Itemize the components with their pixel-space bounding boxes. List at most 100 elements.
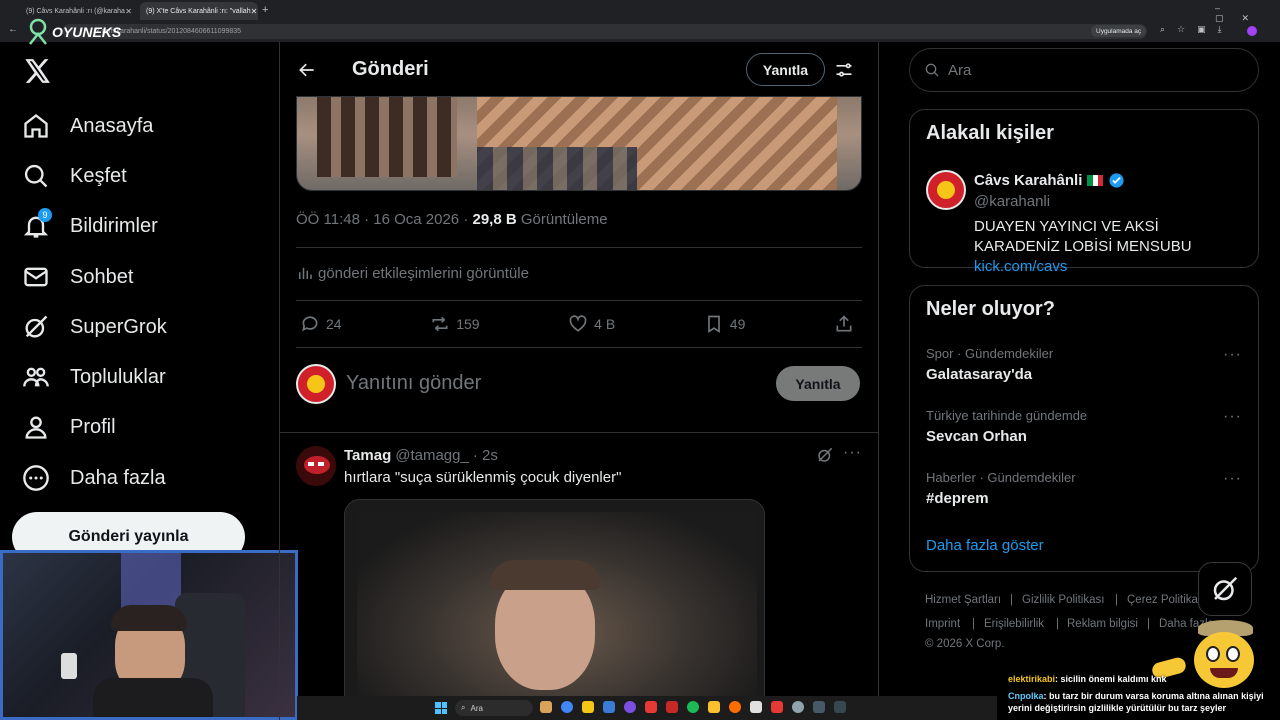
app-icon[interactable] xyxy=(540,701,552,713)
trends-title: Neler oluyor? xyxy=(926,298,1055,320)
post-media-image[interactable] xyxy=(296,96,862,191)
footer-separator: | xyxy=(1147,618,1150,630)
windows-start-icon[interactable] xyxy=(435,702,447,714)
related-bio-link[interactable]: kick.com/cavs xyxy=(974,258,1067,275)
chat-text: : sicilin önemi kaldımı knk xyxy=(1055,674,1167,684)
divider xyxy=(296,247,862,248)
taskbar-search-label: Ara xyxy=(470,703,483,713)
grok-floating-button[interactable] xyxy=(1198,562,1252,616)
search-input[interactable]: Ara xyxy=(948,62,971,79)
post-engagements-link[interactable]: gönderi etkileşimlerini görüntüle xyxy=(296,264,529,282)
back-icon[interactable]: ← xyxy=(8,24,18,35)
sidebar-item-label: Profil xyxy=(70,415,116,438)
profile-avatar[interactable] xyxy=(1247,26,1257,36)
verified-badge-icon xyxy=(1109,173,1124,188)
footer-link[interactable]: Çerez Politikası xyxy=(1127,594,1207,606)
taskbar-search[interactable]: ⌕ Ara xyxy=(455,700,533,716)
footer-link[interactable]: Hizmet Şartları xyxy=(925,594,1001,606)
spotify-icon[interactable] xyxy=(687,701,699,713)
sidebar-item-notifications[interactable]: 9 Bildirimler xyxy=(22,206,158,246)
new-tab-icon[interactable]: + xyxy=(262,4,268,16)
comment-time[interactable]: · 2s xyxy=(473,447,498,464)
grok-icon[interactable] xyxy=(816,446,834,464)
app-icon[interactable] xyxy=(603,701,615,713)
avatar[interactable] xyxy=(926,170,966,210)
more-options-icon[interactable]: ··· xyxy=(1223,346,1242,364)
window-controls[interactable]: –▢✕ xyxy=(1215,3,1280,24)
search-field[interactable]: Ara xyxy=(909,48,1259,92)
settings-sliders-icon[interactable] xyxy=(834,60,854,80)
toolbar-icons[interactable]: ⌕☆▣⤓ xyxy=(1160,24,1234,35)
app-icon[interactable] xyxy=(729,701,741,713)
sidebar-item-profile[interactable]: Profil xyxy=(22,407,116,447)
close-icon[interactable]: ✕ xyxy=(251,7,258,16)
sidebar-item-explore[interactable]: Keşfet xyxy=(22,156,127,196)
app-icon[interactable] xyxy=(792,701,804,713)
sidebar-item-communities[interactable]: Topluluklar xyxy=(22,357,166,397)
post-views-label: Görüntüleme xyxy=(516,211,608,228)
notification-badge: 9 xyxy=(38,208,52,222)
app-icon[interactable] xyxy=(645,701,657,713)
show-more-link[interactable]: Daha fazla göster xyxy=(926,537,1044,554)
italy-flag-icon xyxy=(1087,175,1104,186)
reply-input[interactable]: Yanıtını gönder xyxy=(346,372,481,395)
avatar-emblem xyxy=(307,375,325,393)
reply-submit-button[interactable]: Yanıtla xyxy=(776,366,860,401)
sidebar-item-chat[interactable]: Sohbet xyxy=(22,257,133,297)
comment-author-name[interactable]: Tamag xyxy=(344,447,391,464)
header-reply-button[interactable]: Yanıtla xyxy=(746,53,825,86)
webcam-overlay xyxy=(0,550,298,720)
home-icon xyxy=(24,114,48,138)
trend-item[interactable]: Galatasaray'da xyxy=(926,366,1032,383)
footer-separator: | xyxy=(1115,594,1118,606)
avatar[interactable] xyxy=(296,446,336,486)
open-in-app-chip[interactable]: Uygulamada aç xyxy=(1091,25,1147,37)
folder-icon[interactable] xyxy=(582,701,594,713)
app-icon[interactable] xyxy=(708,701,720,713)
trend-item[interactable]: Sevcan Orhan xyxy=(926,428,1027,445)
chrome-icon[interactable] xyxy=(561,701,573,713)
footer-separator: | xyxy=(1010,594,1013,606)
related-bio: DUAYEN YAYINCI VE AKSİ KARADENİZ LOBİSİ … xyxy=(974,217,1246,277)
repost-action[interactable]: 159 xyxy=(430,314,480,334)
app-icon[interactable] xyxy=(750,701,762,713)
app-icon[interactable] xyxy=(771,701,783,713)
footer-separator: | xyxy=(972,618,975,630)
more-options-icon[interactable]: ··· xyxy=(1223,408,1242,426)
share-action[interactable] xyxy=(834,314,860,334)
close-icon[interactable]: ✕ xyxy=(125,7,132,16)
reply-action[interactable]: 24 xyxy=(300,314,342,334)
trend-meta: Haberler · Gündemdekiler xyxy=(926,470,1076,485)
more-options-icon[interactable]: ··· xyxy=(843,444,862,462)
footer-link[interactable]: Erişilebilirlik xyxy=(984,618,1044,630)
related-handle[interactable]: @karahanli xyxy=(974,193,1050,210)
bookmark-action[interactable]: 49 xyxy=(704,314,745,334)
post-time[interactable]: ÖÖ 11:48 · 16 Oca 2026 · xyxy=(296,211,472,228)
related-name-row[interactable]: Câvs Karahânli xyxy=(974,172,1125,189)
sidebar-item-supergrok[interactable]: SuperGrok xyxy=(22,307,167,347)
sidebar-item-home[interactable]: Anasayfa xyxy=(22,106,153,146)
comment-author-handle[interactable]: @tamagg_ xyxy=(395,447,469,464)
app-icon[interactable] xyxy=(666,701,678,713)
reply-icon xyxy=(302,316,318,332)
footer-link[interactable]: Gizlilik Politikası xyxy=(1022,594,1104,606)
address-bar[interactable]: x.com/karahanli/status/20120846066110998… xyxy=(62,24,1147,39)
back-arrow-icon[interactable] xyxy=(297,60,317,80)
like-action[interactable]: 4 B xyxy=(568,314,615,334)
app-icon[interactable] xyxy=(834,701,846,713)
more-options-icon[interactable]: ··· xyxy=(1223,470,1242,488)
app-icon[interactable] xyxy=(813,701,825,713)
logo-text: OYUNEKS xyxy=(52,24,122,40)
discord-icon[interactable] xyxy=(624,701,636,713)
comment-video[interactable] xyxy=(344,499,765,720)
sidebar-item-label: Topluluklar xyxy=(70,365,166,388)
reply-count: 24 xyxy=(326,316,342,332)
trend-item[interactable]: #deprem xyxy=(926,490,989,507)
avatar[interactable] xyxy=(296,364,336,404)
footer-link[interactable]: Imprint xyxy=(925,618,960,630)
sidebar-item-more[interactable]: Daha fazla xyxy=(22,458,166,498)
browser-tab-2[interactable]: (9) X'te Câvs Karahânli :rı: "vallah ✕ xyxy=(140,2,258,20)
footer-link[interactable]: Reklam bilgisi xyxy=(1067,618,1138,630)
x-logo-icon[interactable] xyxy=(25,59,51,83)
chat-message: Cnpolka: bu tarz bir durum varsa koruma … xyxy=(1008,690,1280,714)
